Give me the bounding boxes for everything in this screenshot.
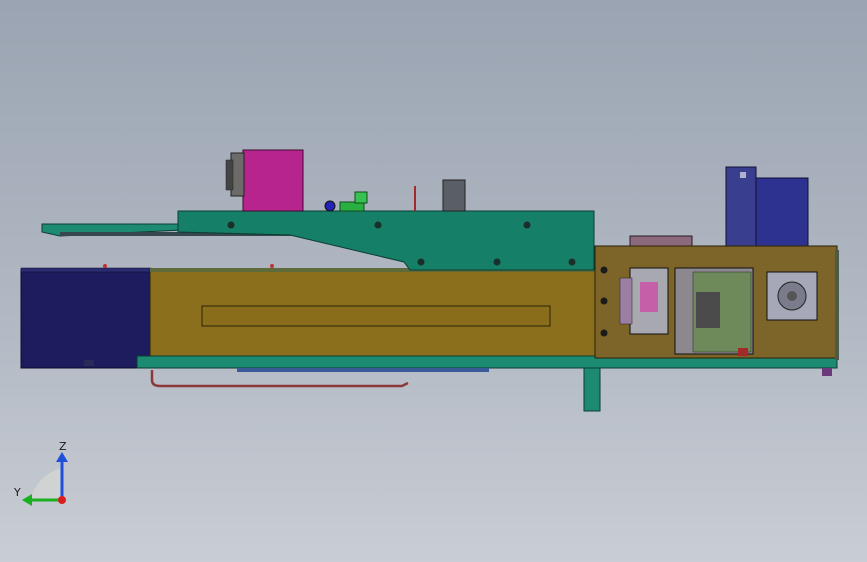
coordinate-triad: Z Y — [13, 440, 68, 506]
bracket-bolt — [227, 221, 235, 229]
triad-plane-icon — [30, 468, 62, 500]
bracket-bolt — [568, 258, 576, 266]
gray-cylinder[interactable] — [442, 179, 466, 212]
cad-model-view[interactable] — [0, 0, 867, 562]
cad-viewport[interactable]: Z Y — [0, 0, 867, 562]
navy-enclosure-box[interactable] — [20, 269, 152, 369]
motor-flange-inner — [225, 159, 234, 191]
magenta-motor-body[interactable] — [242, 149, 304, 212]
blue-housing-front[interactable] — [725, 166, 757, 248]
navy-enclosure-screw — [270, 264, 274, 268]
bronze-panel[interactable] — [629, 235, 693, 248]
bracket-bolt — [493, 258, 501, 266]
blue-knob[interactable] — [324, 200, 336, 212]
frame-bolt — [600, 329, 608, 337]
heatsink-grid — [696, 292, 720, 328]
triad-z-arrow-icon — [56, 452, 68, 462]
green-clip-top — [354, 191, 368, 204]
connector-magenta — [640, 282, 658, 312]
frame-end-connector — [822, 368, 832, 376]
triad-z-label: Z — [59, 440, 67, 453]
frame-end-cap — [835, 250, 839, 360]
green-bracket[interactable] — [177, 210, 595, 271]
connector-flange — [619, 277, 633, 325]
blue-housing-cap — [740, 172, 746, 178]
support-post[interactable] — [583, 367, 601, 412]
navy-enclosure-top-lip — [20, 267, 152, 273]
navy-enclosure-foot — [84, 360, 94, 366]
fan-hub — [787, 291, 797, 301]
base-underside-strip — [237, 368, 489, 372]
bracket-bolt — [523, 221, 531, 229]
frame-bolt — [600, 297, 608, 305]
blue-housing-side[interactable] — [755, 177, 809, 248]
red-pin — [414, 186, 416, 211]
bracket-bolt — [417, 258, 425, 266]
copper-cable[interactable] — [150, 370, 409, 388]
red-component — [738, 348, 748, 356]
frame-slot — [201, 305, 551, 327]
bracket-bolt — [374, 221, 382, 229]
triad-y-arrow-icon — [22, 494, 32, 506]
frame-bolt — [600, 266, 608, 274]
navy-enclosure-screw — [103, 264, 107, 268]
triad-y-label: Y — [13, 486, 21, 499]
triad-x-origin-icon — [58, 496, 66, 504]
